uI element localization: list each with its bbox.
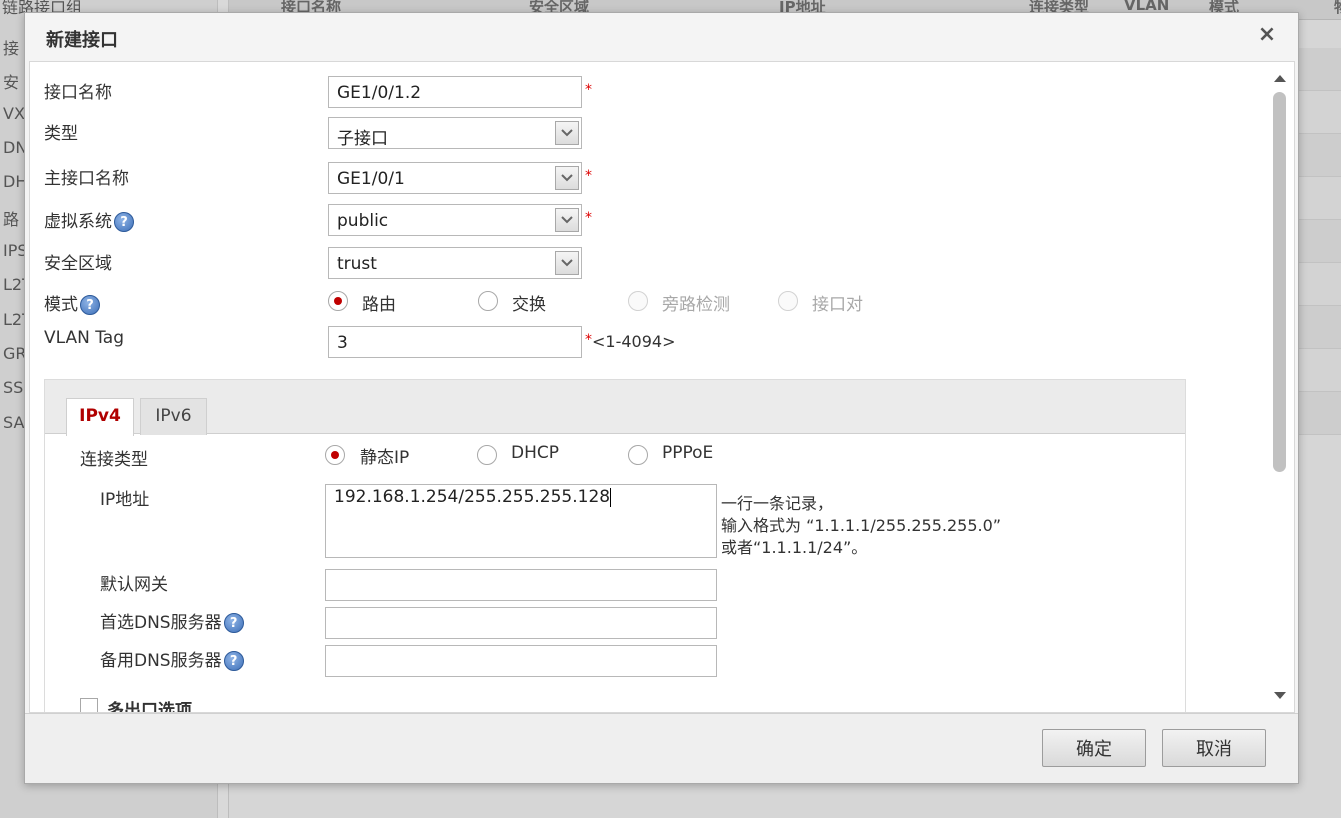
connection-radio-pppoe[interactable] [628, 445, 648, 465]
security-zone-label: 安全区域 [44, 254, 112, 274]
ok-button[interactable]: 确定 [1042, 729, 1146, 767]
multi-exit-checkbox[interactable] [80, 698, 98, 712]
required-mark: * [585, 210, 592, 226]
security-zone-select[interactable]: trust [328, 247, 582, 279]
type-label: 类型 [44, 124, 78, 144]
mode-option-label[interactable]: 路由 [362, 290, 396, 315]
type-select[interactable]: 子接口 [328, 117, 582, 149]
connection-type-label: 连接类型 [80, 450, 148, 470]
sidebar-item[interactable]: SS [3, 378, 23, 397]
ip-format-hint-line3: 或者“1.1.1.1/24”。 [721, 538, 868, 557]
mode-radio-interface-pair [778, 291, 798, 311]
dialog-footer: 确定 取消 [25, 713, 1298, 783]
virtual-system-select-value: public [337, 211, 389, 231]
sidebar-item[interactable]: 接 [3, 35, 19, 59]
mode-option-label[interactable]: 交换 [512, 290, 546, 315]
primary-dns-label: 首选DNS服务器? [100, 608, 244, 633]
tab-strip: IPv4 IPv6 [45, 380, 1185, 436]
chevron-down-icon[interactable] [555, 251, 579, 275]
default-gateway-input[interactable] [325, 569, 717, 601]
security-zone-select-value: trust [337, 254, 377, 274]
dialog-scrollbar[interactable] [1268, 62, 1292, 712]
ip-address-textarea[interactable]: 192.168.1.254/255.255.255.128 [325, 484, 717, 558]
primary-dns-input[interactable] [325, 607, 717, 639]
background-table-rows [1298, 48, 1341, 435]
help-icon[interactable]: ? [223, 613, 244, 633]
mode-option-label: 接口对 [812, 295, 863, 315]
interface-name-input[interactable]: GE1/0/1.2 [328, 76, 582, 108]
connection-option-label[interactable]: DHCP [511, 443, 559, 463]
mode-radio-switch[interactable] [478, 291, 498, 311]
scroll-thumb[interactable] [1273, 92, 1286, 472]
main-interface-label: 主接口名称 [44, 169, 129, 189]
connection-radio-static-ip[interactable] [325, 445, 345, 465]
mode-radio-bypass [628, 291, 648, 311]
ip-settings-panel: IPv4 IPv6 连接类型 静态IP DHCP PPPoE IP地址 192.… [44, 379, 1186, 713]
interface-name-label: 接口名称 [44, 83, 112, 103]
sidebar-item[interactable]: 路 [3, 206, 19, 230]
vlan-tag-input[interactable]: 3 [328, 326, 582, 358]
text-caret [610, 487, 612, 507]
secondary-dns-label: 备用DNS服务器? [100, 646, 244, 671]
secondary-dns-label-text: 备用DNS服务器 [100, 651, 222, 671]
sidebar-item[interactable]: GR [3, 344, 27, 363]
mode-label-text: 模式 [44, 295, 78, 315]
required-mark: * [585, 82, 592, 98]
sidebar-item[interactable]: 安 [3, 69, 19, 93]
dialog-title: 新建接口 [46, 30, 118, 51]
help-icon[interactable]: ? [114, 212, 134, 232]
tab-ipv4[interactable]: IPv4 [66, 398, 134, 436]
chevron-down-icon[interactable] [555, 208, 579, 232]
connection-option-label[interactable]: PPPoE [662, 443, 713, 463]
dialog-body: 接口名称 GE1/0/1.2 * 类型 子接口 主接口名称 GE1/0/1 * … [29, 61, 1295, 713]
sidebar-item[interactable]: SA [3, 413, 24, 432]
column-header[interactable]: 物 [1334, 0, 1341, 17]
virtual-system-label: 虚拟系统? [44, 207, 134, 232]
chevron-down-icon[interactable] [555, 121, 579, 145]
help-icon[interactable]: ? [223, 651, 244, 671]
multi-exit-label: 多出口选项 [107, 701, 192, 713]
scroll-down-icon[interactable] [1272, 688, 1288, 704]
ip-address-value: 192.168.1.254/255.255.255.128 [334, 487, 611, 507]
cancel-button[interactable]: 取消 [1162, 729, 1266, 767]
mode-label: 模式? [44, 290, 100, 315]
mode-option-label: 旁路检测 [662, 295, 730, 315]
help-icon[interactable]: ? [80, 295, 100, 315]
mode-radio-route[interactable] [328, 291, 348, 311]
scroll-up-icon[interactable] [1272, 70, 1288, 86]
close-icon[interactable]: × [1255, 23, 1279, 47]
virtual-system-label-text: 虚拟系统 [44, 212, 112, 232]
type-select-value: 子接口 [337, 129, 388, 149]
chevron-down-icon[interactable] [555, 166, 579, 190]
new-interface-dialog: 新建接口 × 接口名称 GE1/0/1.2 * 类型 子接口 主接口名称 GE1… [24, 12, 1299, 784]
ip-format-hint-line1: 一行一条记录， [721, 494, 834, 513]
ip-address-label: IP地址 [100, 490, 150, 510]
required-mark: * [585, 168, 592, 184]
vlan-tag-label: VLAN Tag [44, 328, 125, 348]
main-interface-select-value: GE1/0/1 [337, 169, 405, 189]
required-mark: * [585, 332, 592, 348]
primary-dns-label-text: 首选DNS服务器 [100, 613, 222, 633]
connection-radio-dhcp[interactable] [477, 445, 497, 465]
secondary-dns-input[interactable] [325, 645, 717, 677]
default-gateway-label: 默认网关 [100, 575, 168, 595]
tab-ipv6[interactable]: IPv6 [140, 398, 207, 435]
sidebar-item[interactable]: VX [3, 104, 25, 123]
main-interface-select[interactable]: GE1/0/1 [328, 162, 582, 194]
virtual-system-select[interactable]: public [328, 204, 582, 236]
vlan-range-hint: <1-4094> [592, 332, 676, 351]
ip-format-hint-line2: 输入格式为 “1.1.1.1/255.255.255.0” [721, 516, 1002, 535]
connection-option-label[interactable]: 静态IP [360, 443, 409, 468]
